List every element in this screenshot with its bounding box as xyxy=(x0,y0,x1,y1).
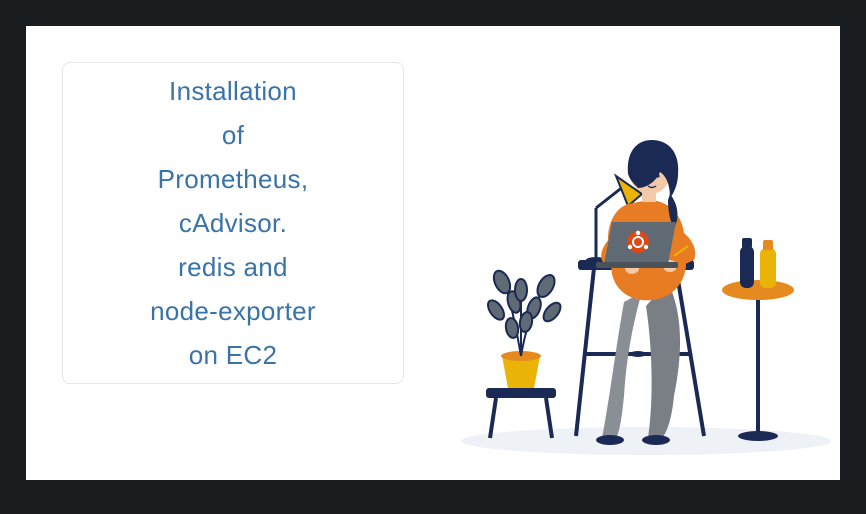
title-line: cAdvisor. xyxy=(179,203,287,243)
title-line: of xyxy=(222,115,244,155)
slide-frame: Installation of Prometheus, cAdvisor. re… xyxy=(26,26,840,480)
title-line: on EC2 xyxy=(189,335,278,375)
title-card: Installation of Prometheus, cAdvisor. re… xyxy=(62,62,404,384)
title-line: Installation xyxy=(169,71,297,111)
title-line: node-exporter xyxy=(150,291,316,331)
title-line: redis and xyxy=(178,247,288,287)
hero-illustration xyxy=(456,96,836,456)
title-line: Prometheus, xyxy=(158,159,309,199)
